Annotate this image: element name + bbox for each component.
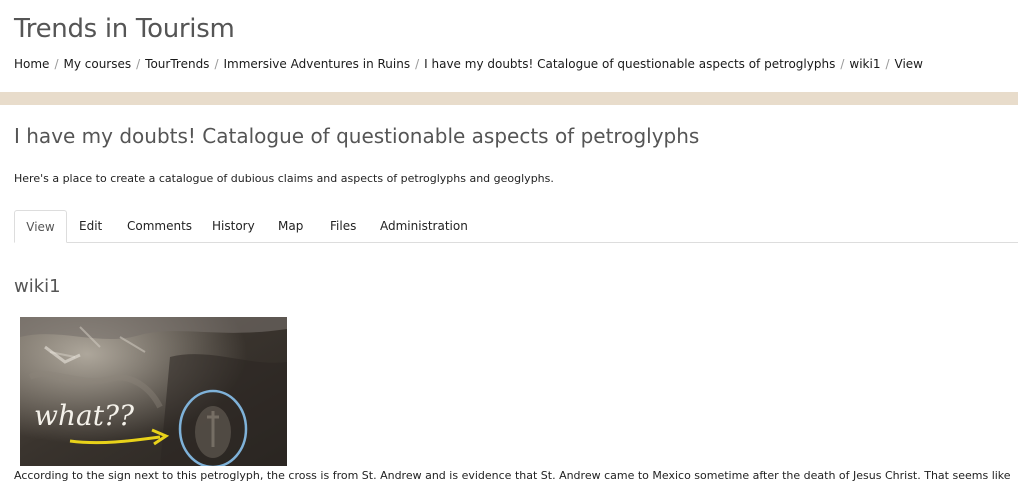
- annotation-text: what??: [34, 399, 135, 432]
- breadcrumb-my-courses[interactable]: My courses: [63, 57, 131, 71]
- header-band: [0, 92, 1018, 105]
- breadcrumb: Home / My courses / TourTrends / Immersive Adv…: [14, 57, 923, 71]
- tab-map[interactable]: Map: [278, 210, 303, 241]
- wiki-page-title: wiki1: [14, 276, 61, 297]
- breadcrumb-separator: /: [136, 57, 141, 71]
- tab-files[interactable]: Files: [330, 210, 356, 241]
- page-title: I have my doubts! Catalogue of questiona…: [14, 124, 700, 148]
- page-intro: Here's a place to create a catalogue of …: [14, 172, 554, 185]
- breadcrumb-wiki[interactable]: wiki1: [849, 57, 880, 71]
- breadcrumb-activity[interactable]: I have my doubts! Catalogue of questiona…: [424, 57, 835, 71]
- tab-view[interactable]: View: [14, 210, 67, 243]
- tab-comments[interactable]: Comments: [127, 210, 192, 241]
- breadcrumb-current[interactable]: View: [895, 57, 923, 71]
- breadcrumb-home[interactable]: Home: [14, 57, 49, 71]
- breadcrumb-course[interactable]: TourTrends: [145, 57, 209, 71]
- breadcrumb-separator: /: [415, 57, 420, 71]
- wiki-body-text: According to the sign next to this petro…: [14, 469, 1011, 482]
- breadcrumb-separator: /: [214, 57, 219, 71]
- breadcrumb-separator: /: [840, 57, 845, 71]
- breadcrumb-separator: /: [885, 57, 890, 71]
- tab-history[interactable]: History: [212, 210, 255, 241]
- wiki-tabs: View Edit Comments History Map Files Adm…: [14, 210, 1018, 243]
- site-title: Trends in Tourism: [14, 14, 235, 44]
- breadcrumb-section[interactable]: Immersive Adventures in Ruins: [223, 57, 410, 71]
- tab-edit[interactable]: Edit: [79, 210, 102, 241]
- breadcrumb-separator: /: [54, 57, 59, 71]
- tab-administration[interactable]: Administration: [380, 210, 468, 241]
- petroglyph-photo: what??: [20, 317, 287, 466]
